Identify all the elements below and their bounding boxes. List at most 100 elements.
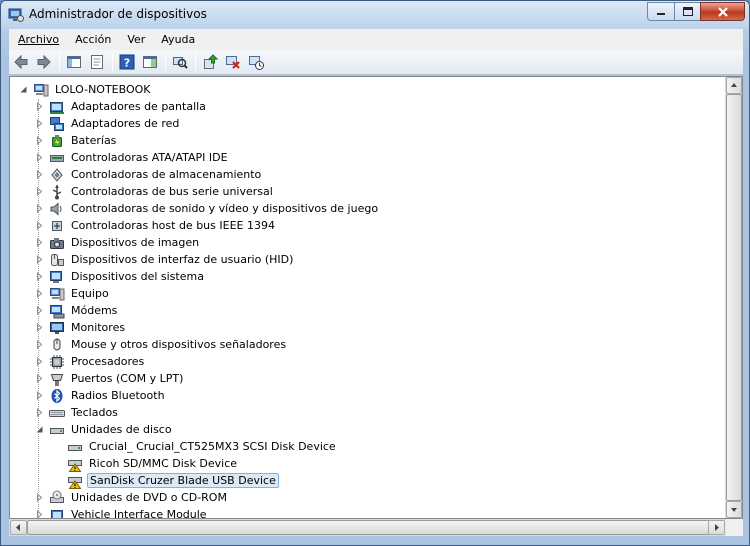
tree-category[interactable]: Puertos (COM y LPT)	[34, 370, 185, 387]
console-tree-button[interactable]	[64, 52, 84, 72]
tree-category[interactable]: Monitores	[34, 319, 127, 336]
tree-item-label: Dispositivos de interfaz de usuario (HID…	[71, 253, 294, 266]
tree-category[interactable]: Dispositivos de imagen	[34, 234, 201, 251]
back-icon	[14, 54, 28, 70]
tree-category[interactable]: Dispositivos del sistema	[34, 268, 206, 285]
maximize-button[interactable]	[674, 2, 700, 21]
tree-category[interactable]: Equipo	[34, 285, 111, 302]
tree-item-label: Controladoras de sonido y vídeo y dispos…	[71, 202, 379, 215]
close-button[interactable]	[700, 2, 745, 21]
menu-ver-label: Ver	[127, 33, 146, 46]
tree-category[interactable]: Procesadores	[34, 353, 146, 370]
tree-category[interactable]: Unidades de disco	[34, 421, 174, 438]
expand-arrow-icon[interactable]	[34, 221, 44, 231]
scan-hardware-button[interactable]	[170, 52, 190, 72]
minimize-button[interactable]	[647, 2, 674, 21]
sound-icon	[49, 201, 65, 217]
title-bar[interactable]: Administrador de dispositivos	[1, 1, 749, 29]
tree-category[interactable]: Teclados	[34, 404, 120, 421]
menu-accion[interactable]: Acción	[68, 30, 118, 49]
action-pane-button[interactable]	[140, 52, 160, 72]
vertical-scroll-thumb[interactable]	[726, 94, 742, 501]
tree-category[interactable]: Módems	[34, 302, 119, 319]
processor-icon	[49, 354, 65, 370]
tree-category[interactable]: Unidades de DVD o CD-ROM	[34, 489, 229, 506]
help-button[interactable]: ?	[117, 52, 137, 72]
tree-category[interactable]: Controladoras ATA/ATAPI IDE	[34, 149, 230, 166]
toolbar-separator	[165, 53, 166, 71]
scroll-up-button[interactable]	[726, 77, 742, 94]
forward-button[interactable]	[34, 52, 54, 72]
expand-arrow-icon[interactable]	[34, 170, 44, 180]
scroll-down-button[interactable]	[726, 501, 742, 518]
expand-arrow-icon[interactable]	[34, 357, 44, 367]
tree-category[interactable]: Adaptadores de red	[34, 115, 181, 132]
menu-ayuda[interactable]: Ayuda	[154, 30, 202, 49]
menu-ver[interactable]: Ver	[120, 30, 152, 49]
tree-category[interactable]: Controladoras host de bus IEEE 1394	[34, 217, 277, 234]
expand-arrow-icon[interactable]	[34, 204, 44, 214]
expand-arrow-icon[interactable]	[34, 187, 44, 197]
tree-device[interactable]: SanDisk Cruzer Blade USB Device	[52, 472, 279, 489]
expand-arrow-icon[interactable]	[34, 119, 44, 129]
expand-arrow-icon[interactable]	[34, 306, 44, 316]
ide-controller-icon	[49, 150, 65, 166]
system-device-icon	[49, 269, 65, 285]
expand-arrow-icon[interactable]	[34, 340, 44, 350]
expand-arrow-icon[interactable]	[34, 374, 44, 384]
tree-item-label: LOLO-NOTEBOOK	[55, 83, 151, 96]
menu-bar: Archivo Acción Ver Ayuda	[9, 29, 743, 50]
expand-arrow-icon[interactable]	[34, 255, 44, 265]
scroll-left-button[interactable]	[10, 520, 27, 535]
expand-arrow-icon[interactable]	[34, 493, 44, 503]
tree-category[interactable]: Adaptadores de pantalla	[34, 98, 208, 115]
tree-device[interactable]: Ricoh SD/MMC Disk Device	[52, 455, 239, 472]
horizontal-scrollbar[interactable]	[9, 519, 743, 536]
properties-button[interactable]	[87, 52, 107, 72]
expand-arrow-icon[interactable]	[34, 238, 44, 248]
expand-arrow-icon[interactable]	[34, 102, 44, 112]
tree-category[interactable]: Radios Bluetooth	[34, 387, 167, 404]
expand-arrow-icon[interactable]	[34, 136, 44, 146]
expand-arrow-icon[interactable]	[34, 391, 44, 401]
tree-category[interactable]: Controladoras de almacenamiento	[34, 166, 263, 183]
update-driver-button[interactable]	[200, 52, 220, 72]
tree-category[interactable]: Vehicle Interface Module	[34, 506, 209, 518]
collapse-arrow-icon[interactable]	[34, 425, 44, 435]
horizontal-scroll-thumb[interactable]	[27, 520, 710, 535]
storage-controller-icon	[49, 167, 65, 183]
tree-device[interactable]: Crucial_ Crucial_CT525MX3 SCSI Disk Devi…	[52, 438, 338, 455]
tree-category[interactable]: Controladoras de bus serie universal	[34, 183, 275, 200]
tree-connector-line	[38, 99, 39, 518]
tree-category[interactable]: Controladoras de sonido y vídeo y dispos…	[34, 200, 380, 217]
tree-category[interactable]: Mouse y otros dispositivos señaladores	[34, 336, 288, 353]
tree-category[interactable]: Baterías	[34, 132, 118, 149]
expand-arrow-icon[interactable]	[34, 510, 44, 518]
size-grip[interactable]	[726, 519, 743, 536]
expand-arrow-icon[interactable]	[34, 272, 44, 282]
tree-item-label: Adaptadores de pantalla	[71, 100, 206, 113]
expand-arrow-icon[interactable]	[34, 153, 44, 163]
tree-item-label: Monitores	[71, 321, 126, 334]
tree-category[interactable]: Dispositivos de interfaz de usuario (HID…	[34, 251, 295, 268]
disk-drive-warning-icon	[67, 473, 83, 489]
show-action-pane-icon	[143, 56, 157, 68]
menu-archivo[interactable]: Archivo	[11, 30, 66, 49]
computer-icon	[49, 286, 65, 302]
svg-text:?: ?	[124, 57, 130, 70]
expand-arrow-icon[interactable]	[34, 323, 44, 333]
uninstall-device-button[interactable]	[246, 52, 266, 72]
maximize-icon	[682, 7, 693, 16]
disable-device-button[interactable]	[223, 52, 243, 72]
disk-drive-icon	[67, 439, 83, 455]
tree-item-label: Dispositivos de imagen	[71, 236, 200, 249]
back-button[interactable]	[11, 52, 31, 72]
collapse-arrow-icon[interactable]	[18, 85, 28, 95]
expand-arrow-icon[interactable]	[34, 289, 44, 299]
tree-root[interactable]: LOLO-NOTEBOOK	[18, 81, 153, 98]
scroll-right-button[interactable]	[708, 520, 725, 535]
expand-arrow-icon[interactable]	[34, 408, 44, 418]
vertical-scrollbar[interactable]	[725, 77, 742, 518]
device-tree[interactable]: LOLO-NOTEBOOK Adaptadores de pantalla Adap…	[9, 76, 743, 519]
toolbar-separator	[195, 53, 196, 71]
